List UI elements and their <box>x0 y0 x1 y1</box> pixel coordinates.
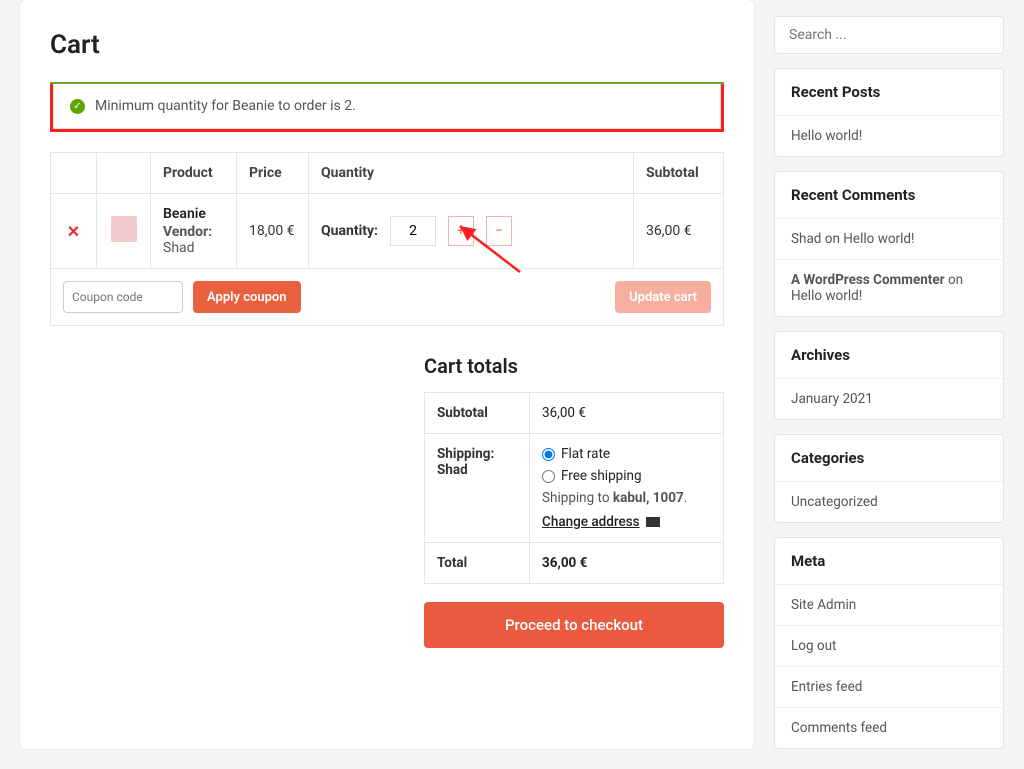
product-name[interactable]: Beanie <box>163 206 224 222</box>
ship-to-dest: kabul, 1007 <box>613 490 684 506</box>
shipping-label: Shipping: Shad <box>425 434 530 543</box>
widget-recent-comments: Recent Comments Shad on Hello world! A W… <box>774 171 1004 317</box>
search-input[interactable] <box>774 16 1004 54</box>
remove-item-button[interactable]: ✕ <box>67 222 80 241</box>
truck-icon <box>646 517 660 527</box>
widget-title: Archives <box>775 332 1003 378</box>
item-price: 18,00 € <box>237 194 309 269</box>
meta-link[interactable]: Site Admin <box>791 597 856 613</box>
cart-totals-table: Subtotal 36,00 € Shipping: Shad Flat rat… <box>424 392 724 584</box>
vendor-label: Vendor: <box>163 224 212 240</box>
cart-totals-title: Cart totals <box>424 354 724 378</box>
col-product: Product <box>151 153 237 194</box>
total-label: Total <box>425 543 530 584</box>
col-price: Price <box>237 153 309 194</box>
widget-title: Meta <box>775 538 1003 584</box>
widget-title: Recent Comments <box>775 172 1003 218</box>
ship-to-prefix: Shipping to <box>542 490 613 506</box>
flat-rate-radio[interactable] <box>542 448 555 461</box>
free-shipping-radio[interactable] <box>542 470 555 483</box>
category-link[interactable]: Uncategorized <box>791 494 878 510</box>
qty-plus-button[interactable]: + <box>448 216 474 246</box>
col-quantity: Quantity <box>309 153 634 194</box>
widget-archives: Archives January 2021 <box>774 331 1004 420</box>
meta-link[interactable]: Entries feed <box>791 679 862 695</box>
ship-opt-free[interactable]: Free shipping <box>542 468 711 484</box>
quantity-label: Quantity: <box>321 223 378 239</box>
recent-post-link[interactable]: Hello world! <box>791 128 862 144</box>
check-icon: ✓ <box>70 99 85 114</box>
quantity-input[interactable] <box>390 216 436 246</box>
qty-minus-button[interactable]: − <box>486 216 512 246</box>
vendor-name: Shad <box>163 240 195 256</box>
archive-link[interactable]: January 2021 <box>791 391 873 407</box>
item-subtotal: 36,00 € <box>634 194 724 269</box>
subtotal-label: Subtotal <box>425 393 530 434</box>
update-cart-button[interactable]: Update cart <box>615 281 711 313</box>
comment-post-link[interactable]: Hello world! <box>791 288 862 304</box>
widget-categories: Categories Uncategorized <box>774 434 1004 523</box>
notice-text: Minimum quantity for Beanie to order is … <box>95 98 356 114</box>
cart-table: Product Price Quantity Subtotal ✕ Beanie… <box>50 152 724 326</box>
meta-link[interactable]: Comments feed <box>791 720 887 736</box>
product-thumbnail[interactable] <box>111 216 137 242</box>
list-item: Shad on Hello world! <box>775 218 1003 259</box>
list-item: A WordPress Commenter on Hello world! <box>775 259 1003 316</box>
subtotal-value: 36,00 € <box>530 393 724 434</box>
total-value: 36,00 € <box>542 555 587 571</box>
widget-title: Recent Posts <box>775 69 1003 115</box>
change-address-link[interactable]: Change address <box>542 514 660 530</box>
apply-coupon-button[interactable]: Apply coupon <box>193 281 301 313</box>
coupon-input[interactable] <box>63 281 183 313</box>
page-title: Cart <box>50 30 724 60</box>
proceed-to-checkout-button[interactable]: Proceed to checkout <box>424 602 724 648</box>
table-row: ✕ Beanie Vendor: Shad 18,00 € Quantity: … <box>51 194 724 269</box>
ship-opt-flat[interactable]: Flat rate <box>542 446 711 462</box>
meta-link[interactable]: Log out <box>791 638 836 654</box>
widget-meta: Meta Site Admin Log out Entries feed Com… <box>774 537 1004 749</box>
comment-post-link[interactable]: Hello world! <box>843 231 914 247</box>
col-subtotal: Subtotal <box>634 153 724 194</box>
widget-recent-posts: Recent Posts Hello world! <box>774 68 1004 157</box>
notice-bar: ✓ Minimum quantity for Beanie to order i… <box>50 82 724 132</box>
widget-title: Categories <box>775 435 1003 481</box>
